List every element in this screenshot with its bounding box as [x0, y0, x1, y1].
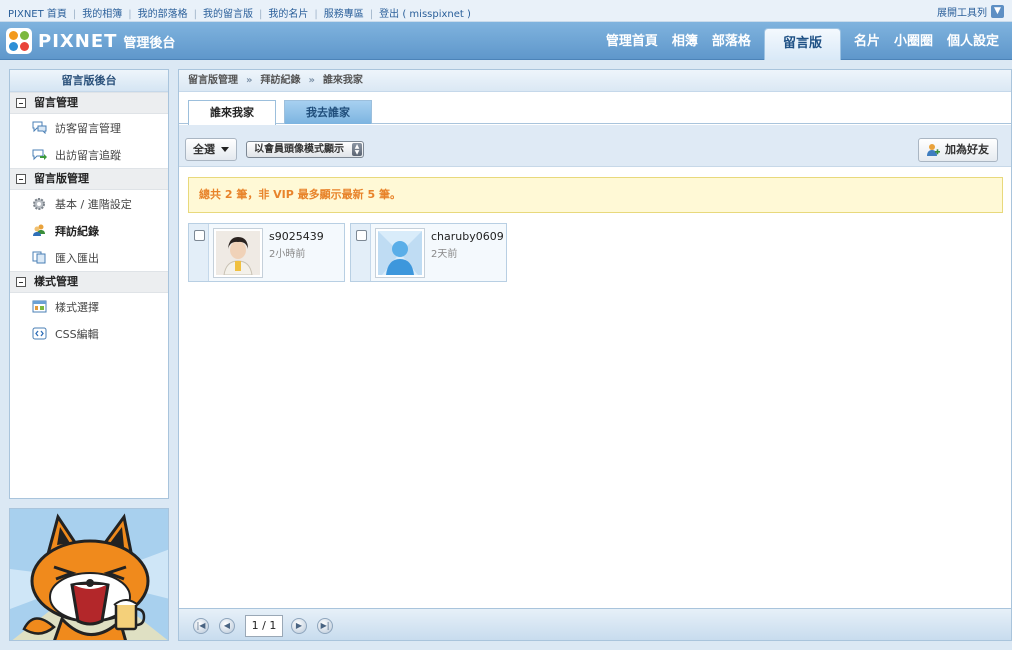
link-my-blog[interactable]: 我的部落格: [138, 9, 188, 20]
tab-who-visited-me[interactable]: 誰來我家: [188, 100, 276, 125]
nav-card[interactable]: 名片: [847, 22, 887, 60]
section-label: 留言管理: [34, 96, 78, 109]
breadcrumb: 留言版管理 » 拜訪紀錄 » 誰來我家: [179, 70, 1011, 92]
visitor-checkbox[interactable]: [194, 230, 205, 241]
previous-page-icon[interactable]: ◀: [219, 618, 235, 634]
breadcrumb-item[interactable]: 留言版管理: [188, 75, 238, 86]
pagination-bar: |◀ ◀ 1 / 1 ▶ ▶|: [179, 608, 1011, 640]
sidebar-item-style-select[interactable]: 樣式選擇: [10, 293, 168, 320]
documents-icon: [32, 251, 47, 264]
sidebar-title: 留言版後台: [10, 70, 168, 92]
visit-time: 2天前: [431, 249, 458, 260]
sidebar-item-import-export[interactable]: 匯入匯出: [10, 244, 168, 271]
expand-toolbar-button[interactable]: 展開工具列 ▼: [937, 4, 1004, 19]
next-page-icon[interactable]: ▶: [291, 618, 307, 634]
sidebar-item-basic-settings[interactable]: 基本 / 進階設定: [10, 190, 168, 217]
breadcrumb-separator-icon: »: [308, 75, 315, 86]
select-arrows-icon: ▲ ▼: [352, 143, 362, 156]
code-icon: [32, 327, 47, 340]
visitor-checkbox[interactable]: [356, 230, 367, 241]
sidebar: 留言版後台 留言管理 訪客留言管理 出訪留言追蹤 留言版管理 基本 / 進階設定…: [9, 69, 169, 499]
main-nav: 管理首頁 相簿 部落格 留言版 名片 小圈圈 個人設定: [599, 22, 1006, 60]
view-mode-select[interactable]: 以會員頭像模式顯示 ▲ ▼: [246, 141, 364, 158]
sidebar-item-label: 訪客留言管理: [55, 121, 121, 135]
nav-personal-settings[interactable]: 個人設定: [940, 22, 1006, 60]
section-guestbook-management[interactable]: 留言版管理: [10, 168, 168, 190]
link-my-album[interactable]: 我的相簿: [82, 9, 122, 20]
breadcrumb-current: 誰來我家: [322, 75, 363, 86]
top-links: PIXNET 首頁 | 我的相簿 | 我的部落格 | 我的留言版 | 我的名片 | 服務專區 | 登出 …: [8, 9, 471, 20]
link-my-card[interactable]: 我的名片: [268, 9, 308, 20]
collapse-icon: [16, 98, 26, 108]
select-all-label: 全選: [193, 143, 215, 156]
logo-subtitle: 管理後台: [123, 35, 176, 51]
top-links-bar: PIXNET 首頁 | 我的相簿 | 我的部落格 | 我的留言版 | 我的名片 | 服務專區 | 登出 …: [0, 0, 1012, 22]
collapse-icon: [16, 174, 26, 184]
message-arrow-icon: [32, 148, 47, 161]
visitor-name[interactable]: charuby0609: [431, 230, 504, 243]
sidebar-item-label: 基本 / 進階設定: [55, 197, 132, 211]
add-user-icon: [926, 143, 940, 157]
main-panel: 留言版管理 » 拜訪紀錄 » 誰來我家 誰來我家 我去誰家 全選 以會員頭像模式顯示 ▲…: [178, 69, 1012, 641]
gear-icon: [32, 197, 47, 210]
link-my-guestbook[interactable]: 我的留言版: [203, 9, 253, 20]
pixnet-logo-icon: [6, 28, 32, 54]
avatar[interactable]: [375, 228, 425, 278]
page-number-input[interactable]: 1 / 1: [245, 615, 283, 637]
sidebar-item-outgoing-tracking[interactable]: 出訪留言追蹤: [10, 141, 168, 168]
section-label: 樣式管理: [34, 275, 78, 288]
caret-down-icon: [221, 147, 229, 152]
sidebar-item-label: CSS編輯: [55, 327, 99, 341]
first-page-icon[interactable]: |◀: [193, 618, 209, 634]
collapse-icon: [16, 277, 26, 287]
visit-time: 2小時前: [269, 249, 306, 260]
avatar[interactable]: [213, 228, 263, 278]
sidebar-item-label: 拜訪紀錄: [55, 224, 99, 238]
link-service[interactable]: 服務專區: [324, 9, 364, 20]
sidebar-item-label: 樣式選擇: [55, 300, 99, 314]
sidebar-item-label: 出訪留言追蹤: [55, 148, 121, 162]
select-all-dropdown[interactable]: 全選: [185, 138, 237, 161]
section-message-management[interactable]: 留言管理: [10, 92, 168, 114]
layout-icon: [32, 300, 47, 313]
nav-circle[interactable]: 小圈圈: [887, 22, 940, 60]
section-label: 留言版管理: [34, 172, 89, 185]
sidebar-item-visitor-messages[interactable]: 訪客留言管理: [10, 114, 168, 141]
breadcrumb-item[interactable]: 拜訪紀錄: [260, 75, 300, 86]
notice-banner: 總共 2 筆，非 VIP 最多顯示最新 5 筆。: [188, 177, 1003, 213]
users-icon: [32, 224, 47, 237]
tab-bar: 誰來我家 我去誰家: [179, 92, 1011, 125]
link-pixnet-home[interactable]: PIXNET 首頁: [8, 9, 67, 20]
speech-bubbles-icon: [32, 121, 47, 135]
add-friend-button[interactable]: 加為好友: [918, 138, 998, 162]
chevron-down-icon: ▼: [991, 5, 1004, 18]
logo-text: PIXNET: [38, 30, 118, 52]
last-page-icon[interactable]: ▶|: [317, 618, 333, 634]
toolbar: 全選 以會員頭像模式顯示 ▲ ▼ 加為好友: [179, 125, 1011, 167]
visitor-card[interactable]: charuby0609 2天前: [350, 223, 507, 282]
visitor-name[interactable]: s9025439: [269, 230, 324, 243]
sidebar-item-label: 匯入匯出: [55, 251, 99, 265]
breadcrumb-separator-icon: »: [246, 75, 253, 86]
section-style-management[interactable]: 樣式管理: [10, 271, 168, 293]
sidebar-item-visit-records[interactable]: 拜訪紀錄: [10, 217, 168, 244]
link-logout[interactable]: 登出 ( misspixnet ): [379, 9, 471, 20]
logo[interactable]: PIXNET 管理後台: [6, 28, 175, 54]
nav-blog[interactable]: 部落格: [705, 22, 758, 60]
nav-album[interactable]: 相簿: [665, 22, 705, 60]
fox-mascot-illustration: [9, 508, 169, 641]
visitor-card[interactable]: s9025439 2小時前: [188, 223, 345, 282]
tab-who-i-visited[interactable]: 我去誰家: [284, 100, 372, 124]
sidebar-item-css-edit[interactable]: CSS編輯: [10, 320, 168, 347]
header-bar: PIXNET 管理後台 管理首頁 相簿 部落格 留言版 名片 小圈圈 個人設定: [0, 22, 1012, 60]
view-mode-label: 以會員頭像模式顯示: [254, 144, 344, 155]
add-friend-label: 加為好友: [945, 143, 989, 156]
nav-guestbook[interactable]: 留言版: [763, 28, 841, 60]
nav-dashboard[interactable]: 管理首頁: [599, 22, 665, 60]
expand-toolbar-label: 展開工具列: [937, 8, 987, 19]
